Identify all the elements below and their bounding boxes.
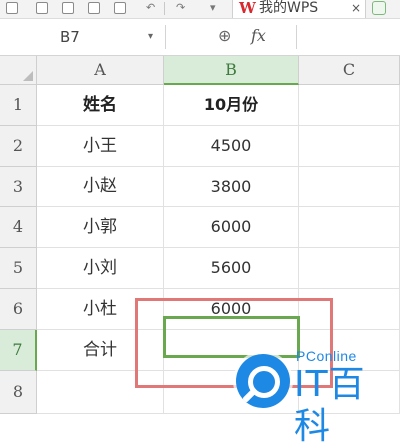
chevron-down-icon[interactable]: ▾ bbox=[148, 29, 153, 45]
row-header-3[interactable]: 3 bbox=[0, 167, 37, 207]
toolbar-dropdown-icon[interactable]: ▾ bbox=[210, 1, 216, 15]
cell-a3[interactable]: 小赵 bbox=[37, 167, 164, 207]
row-header-7[interactable]: 7 bbox=[0, 330, 37, 371]
document-tab-icon[interactable] bbox=[372, 1, 386, 15]
row-header-4[interactable]: 4 bbox=[0, 207, 37, 248]
quick-access-toolbar: ↶ ↷ ▾ W 我的WPS × bbox=[0, 0, 400, 19]
print-preview-icon[interactable] bbox=[88, 2, 100, 14]
column-header-b[interactable]: B bbox=[164, 56, 299, 85]
watermark-logo-text: IT百科 bbox=[294, 364, 366, 447]
name-box-value: B7 bbox=[60, 28, 80, 46]
column-header-a[interactable]: A bbox=[37, 56, 164, 85]
column-header-c[interactable]: C bbox=[299, 56, 400, 85]
magnifier-logo-icon bbox=[236, 354, 290, 408]
tab-title: 我的WPS bbox=[259, 0, 319, 16]
redo-icon[interactable]: ↷ bbox=[176, 1, 185, 15]
zoom-formula-icon[interactable]: ⊕ bbox=[218, 25, 231, 47]
cell-c3[interactable] bbox=[299, 167, 400, 207]
cell-a1-header-name[interactable]: 姓名 bbox=[37, 85, 164, 126]
row-header-5[interactable]: 5 bbox=[0, 248, 37, 289]
row-header-2[interactable]: 2 bbox=[0, 126, 37, 167]
pconline-watermark: PConline IT百科 bbox=[236, 346, 398, 447]
cell-c5[interactable] bbox=[299, 248, 400, 289]
cell-c2[interactable] bbox=[299, 126, 400, 167]
tab-my-wps[interactable]: W 我的WPS × bbox=[232, 0, 366, 18]
app-menu-icon[interactable] bbox=[6, 2, 18, 14]
cell-c1[interactable] bbox=[299, 85, 400, 126]
watermark-brand: PConline bbox=[296, 348, 357, 364]
cell-a4[interactable]: 小郭 bbox=[37, 207, 164, 248]
formula-bar: B7 ▾ ⊕ fx bbox=[0, 19, 400, 56]
export-icon[interactable] bbox=[114, 2, 126, 14]
select-all-icon bbox=[23, 71, 33, 81]
cell-b4[interactable]: 6000 bbox=[164, 207, 299, 248]
cell-b3[interactable]: 3800 bbox=[164, 167, 299, 207]
tab-close-icon[interactable]: × bbox=[351, 0, 361, 17]
row-header-8[interactable]: 8 bbox=[0, 371, 37, 414]
cell-b2[interactable]: 4500 bbox=[164, 126, 299, 167]
wps-logo-icon: W bbox=[239, 0, 256, 17]
select-all-corner[interactable] bbox=[0, 56, 37, 85]
cell-a2[interactable]: 小王 bbox=[37, 126, 164, 167]
insert-function-icon[interactable]: fx bbox=[251, 25, 266, 47]
toolbar-divider bbox=[164, 2, 165, 15]
row-header-6[interactable]: 6 bbox=[0, 289, 37, 330]
cell-c4[interactable] bbox=[299, 207, 400, 248]
print-icon[interactable] bbox=[62, 2, 74, 14]
cell-b5[interactable]: 5600 bbox=[164, 248, 299, 289]
cell-a5[interactable]: 小刘 bbox=[37, 248, 164, 289]
save-icon[interactable] bbox=[36, 2, 48, 14]
name-box[interactable]: B7 ▾ bbox=[0, 25, 166, 49]
row-header-1[interactable]: 1 bbox=[0, 85, 37, 126]
undo-icon[interactable]: ↶ bbox=[146, 1, 155, 15]
cell-b1-header-month[interactable]: 10月份 bbox=[164, 85, 299, 126]
formula-input[interactable] bbox=[296, 25, 400, 49]
